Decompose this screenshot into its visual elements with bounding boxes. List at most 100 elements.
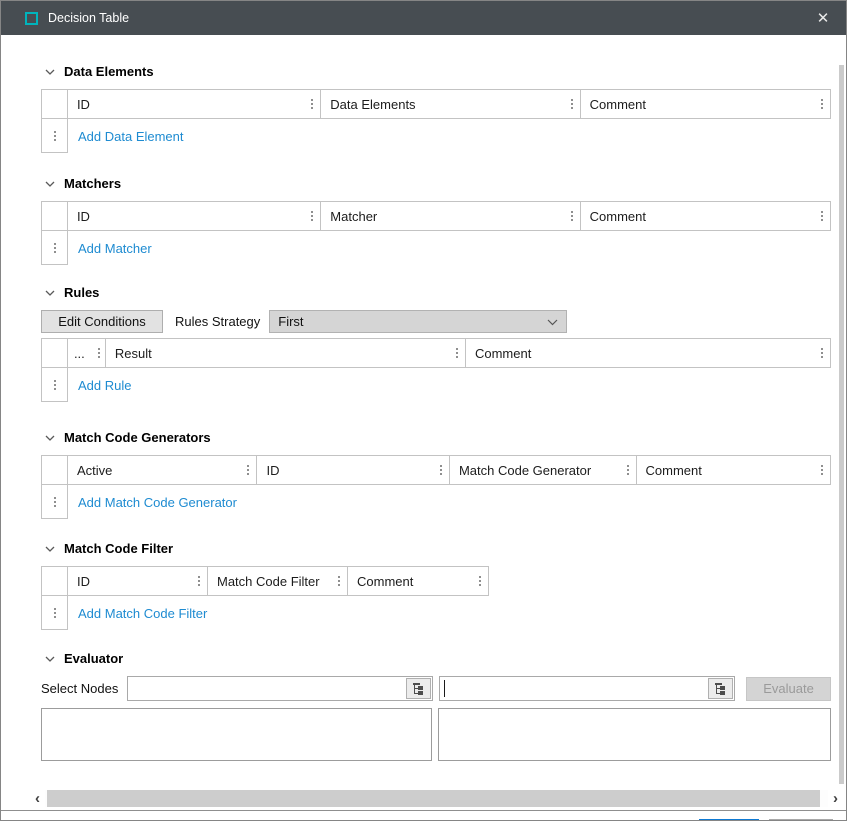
section-header-rules[interactable]: Rules bbox=[41, 284, 831, 301]
horizontal-scrollbar[interactable]: ‹ › bbox=[30, 788, 843, 808]
column-label: Comment bbox=[590, 209, 646, 224]
scrollbar-track[interactable] bbox=[45, 790, 828, 807]
row-menu-cell[interactable] bbox=[41, 368, 68, 402]
row-menu-icon[interactable] bbox=[54, 380, 56, 390]
section-evaluator: Evaluator Select Nodes bbox=[41, 650, 831, 761]
section-data-elements: Data Elements ID Data Elements Comment bbox=[41, 63, 831, 153]
section-title: Rules bbox=[64, 285, 99, 300]
column-menu-icon[interactable] bbox=[479, 576, 481, 586]
section-title: Match Code Filter bbox=[64, 541, 173, 556]
section-header-data-elements[interactable]: Data Elements bbox=[41, 63, 831, 80]
row-menu-cell[interactable] bbox=[41, 596, 68, 630]
evaluator-output-right bbox=[438, 708, 832, 761]
close-icon[interactable]: ✕ bbox=[800, 1, 846, 35]
column-header-comment: Comment bbox=[581, 201, 831, 231]
add-matcher-link[interactable]: Add Matcher bbox=[68, 231, 152, 265]
section-match-code-generators: Match Code Generators Active ID Match Co… bbox=[41, 429, 831, 519]
row-menu-icon[interactable] bbox=[54, 608, 56, 618]
data-elements-grid: ID Data Elements Comment bbox=[41, 89, 831, 153]
chevron-down-icon bbox=[45, 546, 55, 552]
section-header-matchers[interactable]: Matchers bbox=[41, 175, 831, 192]
column-menu-icon[interactable] bbox=[571, 211, 573, 221]
column-menu-icon[interactable] bbox=[821, 348, 823, 358]
column-menu-icon[interactable] bbox=[311, 211, 313, 221]
tree-picker-button[interactable] bbox=[406, 678, 431, 699]
section-header-match-code-generators[interactable]: Match Code Generators bbox=[41, 429, 831, 446]
scroll-right-icon[interactable]: › bbox=[828, 790, 843, 807]
column-label: Comment bbox=[646, 463, 702, 478]
column-header-comment: Comment bbox=[637, 455, 832, 485]
scroll-left-icon[interactable]: ‹ bbox=[30, 790, 45, 807]
header-row: ID Data Elements Comment bbox=[41, 89, 831, 119]
column-menu-icon[interactable] bbox=[821, 99, 823, 109]
row-menu-cell[interactable] bbox=[41, 119, 68, 153]
column-label: Match Code Generator bbox=[459, 463, 591, 478]
select-nodes-input-1[interactable] bbox=[127, 676, 433, 701]
column-header-id: ID bbox=[257, 455, 450, 485]
window-title: Decision Table bbox=[48, 11, 129, 25]
add-row: Add Match Code Filter bbox=[41, 596, 490, 630]
column-menu-icon[interactable] bbox=[440, 465, 442, 475]
row-menu-icon[interactable] bbox=[54, 497, 56, 507]
match-code-generators-grid: Active ID Match Code Generator Comment bbox=[41, 455, 831, 519]
tree-picker-button[interactable] bbox=[708, 678, 733, 699]
column-menu-icon[interactable] bbox=[311, 99, 313, 109]
evaluator-controls: Select Nodes bbox=[41, 676, 831, 701]
add-data-element-link[interactable]: Add Data Element bbox=[68, 119, 184, 153]
chevron-down-icon bbox=[45, 656, 55, 662]
dialog-body: Data Elements ID Data Elements Comment bbox=[1, 63, 846, 811]
section-header-match-code-filter[interactable]: Match Code Filter bbox=[41, 540, 831, 557]
header-row: ID Match Code Filter Comment bbox=[41, 566, 490, 596]
scrollbar-thumb[interactable] bbox=[47, 790, 820, 807]
row-menu-icon[interactable] bbox=[54, 131, 56, 141]
add-match-code-generator-link[interactable]: Add Match Code Generator bbox=[68, 485, 237, 519]
vertical-scrollbar[interactable] bbox=[839, 65, 844, 784]
rules-strategy-select[interactable]: First bbox=[269, 310, 567, 333]
column-label: ID bbox=[77, 97, 90, 112]
add-row: Add Data Element bbox=[41, 119, 831, 153]
section-header-evaluator[interactable]: Evaluator bbox=[41, 650, 831, 667]
column-label: ... bbox=[74, 346, 85, 361]
row-menu-icon[interactable] bbox=[54, 243, 56, 253]
column-header-comment: Comment bbox=[466, 338, 831, 368]
column-label: ID bbox=[77, 574, 90, 589]
edit-conditions-button[interactable]: Edit Conditions bbox=[41, 310, 163, 333]
row-selector-header bbox=[41, 89, 68, 119]
column-header-result: Result bbox=[106, 338, 466, 368]
dialog-footer: Save Cancel bbox=[1, 811, 846, 821]
column-header-match-code-filter: Match Code Filter bbox=[208, 566, 348, 596]
row-menu-cell[interactable] bbox=[41, 485, 68, 519]
column-menu-icon[interactable] bbox=[247, 465, 249, 475]
chevron-down-icon bbox=[45, 435, 55, 441]
column-menu-icon[interactable] bbox=[198, 576, 200, 586]
column-label: Result bbox=[115, 346, 152, 361]
rules-controls: Edit Conditions Rules Strategy First bbox=[41, 310, 831, 333]
add-rule-link[interactable]: Add Rule bbox=[68, 368, 131, 402]
row-selector-header bbox=[41, 201, 68, 231]
column-header-active: Active bbox=[68, 455, 258, 485]
evaluate-button[interactable]: Evaluate bbox=[746, 677, 831, 701]
rules-grid: ... Result Comment bbox=[41, 338, 831, 402]
column-header-data-elements: Data Elements bbox=[321, 89, 580, 119]
section-rules: Rules Edit Conditions Rules Strategy Fir… bbox=[41, 284, 831, 402]
section-title: Matchers bbox=[64, 176, 121, 191]
column-menu-icon[interactable] bbox=[338, 576, 340, 586]
section-matchers: Matchers ID Matcher Comment bbox=[41, 175, 831, 265]
column-menu-icon[interactable] bbox=[571, 99, 573, 109]
column-header-comment: Comment bbox=[581, 89, 831, 119]
add-match-code-filter-link[interactable]: Add Match Code Filter bbox=[68, 596, 207, 630]
column-menu-icon[interactable] bbox=[456, 348, 458, 358]
column-menu-icon[interactable] bbox=[627, 465, 629, 475]
select-nodes-input-2[interactable] bbox=[439, 676, 735, 701]
add-row: Add Matcher bbox=[41, 231, 831, 265]
column-menu-icon[interactable] bbox=[98, 348, 100, 358]
row-menu-cell[interactable] bbox=[41, 231, 68, 265]
rules-strategy-label: Rules Strategy bbox=[175, 314, 260, 329]
column-label: Match Code Filter bbox=[217, 574, 320, 589]
section-match-code-filter: Match Code Filter ID Match Code Filter C… bbox=[41, 540, 831, 630]
tree-icon bbox=[714, 682, 728, 696]
match-code-filter-grid: ID Match Code Filter Comment bbox=[41, 566, 490, 630]
column-label: ID bbox=[77, 209, 90, 224]
column-menu-icon[interactable] bbox=[821, 465, 823, 475]
column-menu-icon[interactable] bbox=[821, 211, 823, 221]
